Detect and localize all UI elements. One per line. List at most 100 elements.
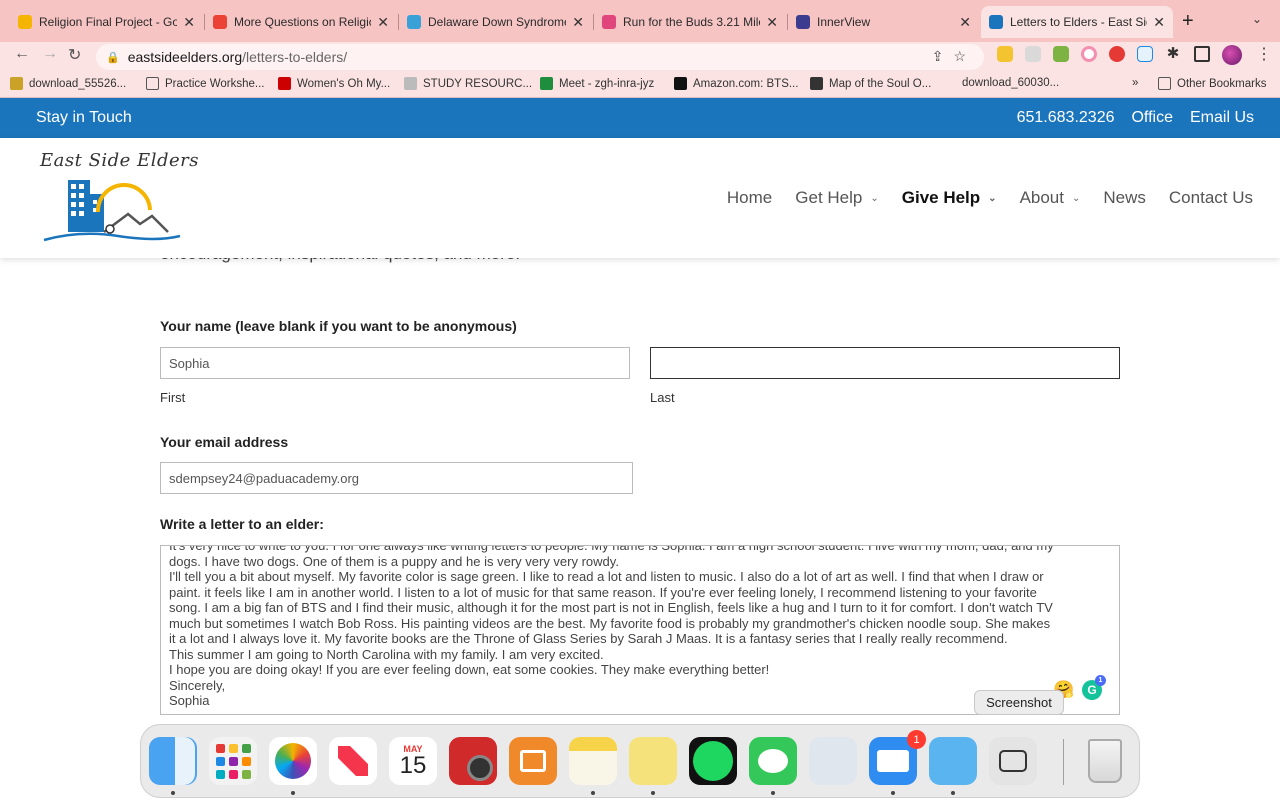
bookmark-item[interactable]: download_60030... <box>962 77 1059 89</box>
nav-label: News <box>1103 188 1146 207</box>
preview-icon[interactable] <box>809 737 857 785</box>
calendar-icon[interactable]: MAY 15 <box>389 737 437 785</box>
close-tab-icon[interactable]: ✕ <box>1153 14 1165 31</box>
extension-adblock-icon[interactable] <box>1109 46 1125 62</box>
email-input[interactable]: sdempsey24@paduacademy.org <box>160 462 633 494</box>
address-bar[interactable]: 🔒 eastsideelders.org/letters-to-elders/ … <box>96 44 984 70</box>
name-field-label: Your name (leave blank if you want to be… <box>160 318 517 334</box>
bookmarks-overflow-button[interactable]: » <box>1132 77 1138 89</box>
office-link[interactable]: Office <box>1131 109 1173 127</box>
letter-textarea[interactable]: It's very nice to write to you. I for on… <box>160 545 1120 715</box>
macos-dock: MAY 15 <box>140 724 1140 798</box>
close-tab-icon[interactable]: ✕ <box>572 14 584 31</box>
url-path: /letters-to-elders/ <box>242 49 348 65</box>
other-bookmarks[interactable]: Other Bookmarks <box>1158 77 1266 90</box>
profile-avatar[interactable] <box>1222 45 1242 65</box>
contact-strip: Stay in Touch 651.683.2326 Office Email … <box>0 98 1280 138</box>
running-indicator <box>951 791 955 795</box>
nav-label: Contact Us <box>1168 188 1253 207</box>
nav-item-give-help[interactable]: Give Help ⌄ <box>902 188 997 208</box>
letter-line: dogs. I have two dogs. One of them is a … <box>169 553 619 569</box>
messages-icon[interactable] <box>749 737 797 785</box>
bookmark-star-icon[interactable]: ☆ <box>953 48 976 64</box>
browser-tab[interactable]: More Questions on Religion ✕ <box>205 6 397 38</box>
extensions-puzzle-icon[interactable]: ✱ <box>1165 46 1181 62</box>
folder-icon[interactable] <box>929 737 977 785</box>
lock-icon[interactable]: 🔒 <box>106 51 120 64</box>
nav-label: Get Help <box>795 188 863 207</box>
tab-search-chevron-icon[interactable]: ⌄ <box>1252 12 1262 26</box>
back-arrow-icon[interactable]: ← <box>14 45 30 63</box>
photos-icon[interactable] <box>269 737 317 785</box>
bookmarks-bar: download_55526... Practice Workshe... Wome… <box>0 72 1280 98</box>
bookmark-item[interactable]: Map of the Soul O... <box>810 77 931 90</box>
chevron-down-icon: ⌄ <box>988 192 997 204</box>
bookmark-item[interactable]: STUDY RESOURC... <box>404 77 532 90</box>
bookmark-label: Meet - zgh-inra-jyz <box>559 77 655 90</box>
dock-tooltip: Screenshot <box>974 690 1064 715</box>
photo-booth-icon[interactable] <box>449 737 497 785</box>
spotify-icon[interactable] <box>689 737 737 785</box>
bookmark-item[interactable]: Women's Oh My... <box>278 77 390 90</box>
browser-menu-icon[interactable]: ⋮ <box>1256 44 1272 64</box>
nav-item-contact-us[interactable]: Contact Us <box>1169 188 1253 208</box>
r-icon <box>602 15 616 29</box>
running-indicator <box>651 791 655 795</box>
reload-icon[interactable]: ↻ <box>68 45 81 65</box>
screenshot-icon[interactable] <box>989 737 1037 785</box>
calendar-day: 15 <box>399 751 427 779</box>
nav-item-news[interactable]: News <box>1103 188 1146 208</box>
bookmark-label: Map of the Soul O... <box>829 77 932 90</box>
bookmark-item[interactable]: Meet - zgh-inra-jyz <box>540 77 654 90</box>
browser-tab[interactable]: Religion Final Project - Goo ✕ <box>10 6 203 38</box>
letter-field-label: Write a letter to an elder: <box>160 516 324 532</box>
notes-icon[interactable] <box>569 737 617 785</box>
first-name-input[interactable]: Sophia <box>160 347 630 379</box>
browser-tab[interactable]: InnerView ✕ <box>788 6 979 38</box>
stickies-icon[interactable] <box>629 737 677 785</box>
nav-label: Give Help <box>901 188 981 207</box>
close-tab-icon[interactable]: ✕ <box>183 14 195 31</box>
books-icon[interactable] <box>509 737 557 785</box>
letter-line: This summer I am going to North Carolina… <box>169 646 604 662</box>
launchpad-icon[interactable] <box>209 737 257 785</box>
share-icon[interactable]: ⇪ <box>932 48 954 64</box>
forward-arrow-icon[interactable]: → <box>42 45 58 63</box>
new-tab-button[interactable]: + <box>1182 10 1194 33</box>
letter-line: I hope you are doing okay! If you are ev… <box>169 662 770 677</box>
browser-tab[interactable]: Run for the Buds 3.21 Miles ✕ <box>594 6 786 38</box>
news-icon[interactable] <box>329 737 377 785</box>
close-tab-icon[interactable]: ✕ <box>766 14 778 31</box>
extension-honey-icon[interactable] <box>997 46 1013 62</box>
map-icon <box>810 77 823 90</box>
email-us-link[interactable]: Email Us <box>1190 109 1254 127</box>
close-tab-icon[interactable]: ✕ <box>377 14 389 31</box>
extension-clipboard-icon[interactable] <box>1025 46 1041 62</box>
side-panel-icon[interactable] <box>1194 46 1210 62</box>
browser-tab[interactable]: Letters to Elders - East Sid ✕ <box>981 6 1173 38</box>
doc-icon <box>404 77 417 90</box>
bookmark-item[interactable]: Practice Workshe... <box>146 77 265 90</box>
extension-p-icon[interactable] <box>1137 46 1153 62</box>
close-tab-icon[interactable]: ✕ <box>959 14 971 31</box>
grammarly-icon[interactable]: G1 <box>1082 675 1106 700</box>
last-name-input[interactable] <box>650 347 1120 379</box>
bookmark-item[interactable]: Amazon.com: BTS... <box>674 77 798 90</box>
nav-item-home[interactable]: Home <box>727 188 772 208</box>
letter-line: I'll tell you a bit about myself. My fav… <box>169 569 1044 584</box>
running-indicator <box>291 791 295 795</box>
site-logo[interactable]: East Side Elders <box>40 150 198 245</box>
gmail-icon <box>213 15 227 29</box>
browser-tab[interactable]: Delaware Down Syndrome ✕ <box>399 6 592 38</box>
nav-item-about[interactable]: About ⌄ <box>1020 188 1081 208</box>
extension-plant-icon[interactable] <box>1053 46 1069 62</box>
bookmark-item[interactable]: download_55526... <box>10 77 126 90</box>
nav-item-get-help[interactable]: Get Help ⌄ <box>795 188 878 208</box>
extension-circle-icon[interactable] <box>1081 46 1097 62</box>
download-icon <box>10 77 23 90</box>
dock-separator <box>1063 739 1064 785</box>
phone-link[interactable]: 651.683.2326 <box>1017 109 1115 127</box>
bookmark-label: Amazon.com: BTS... <box>693 77 799 90</box>
trash-icon[interactable] <box>1081 737 1129 785</box>
finder-icon[interactable] <box>149 737 197 785</box>
